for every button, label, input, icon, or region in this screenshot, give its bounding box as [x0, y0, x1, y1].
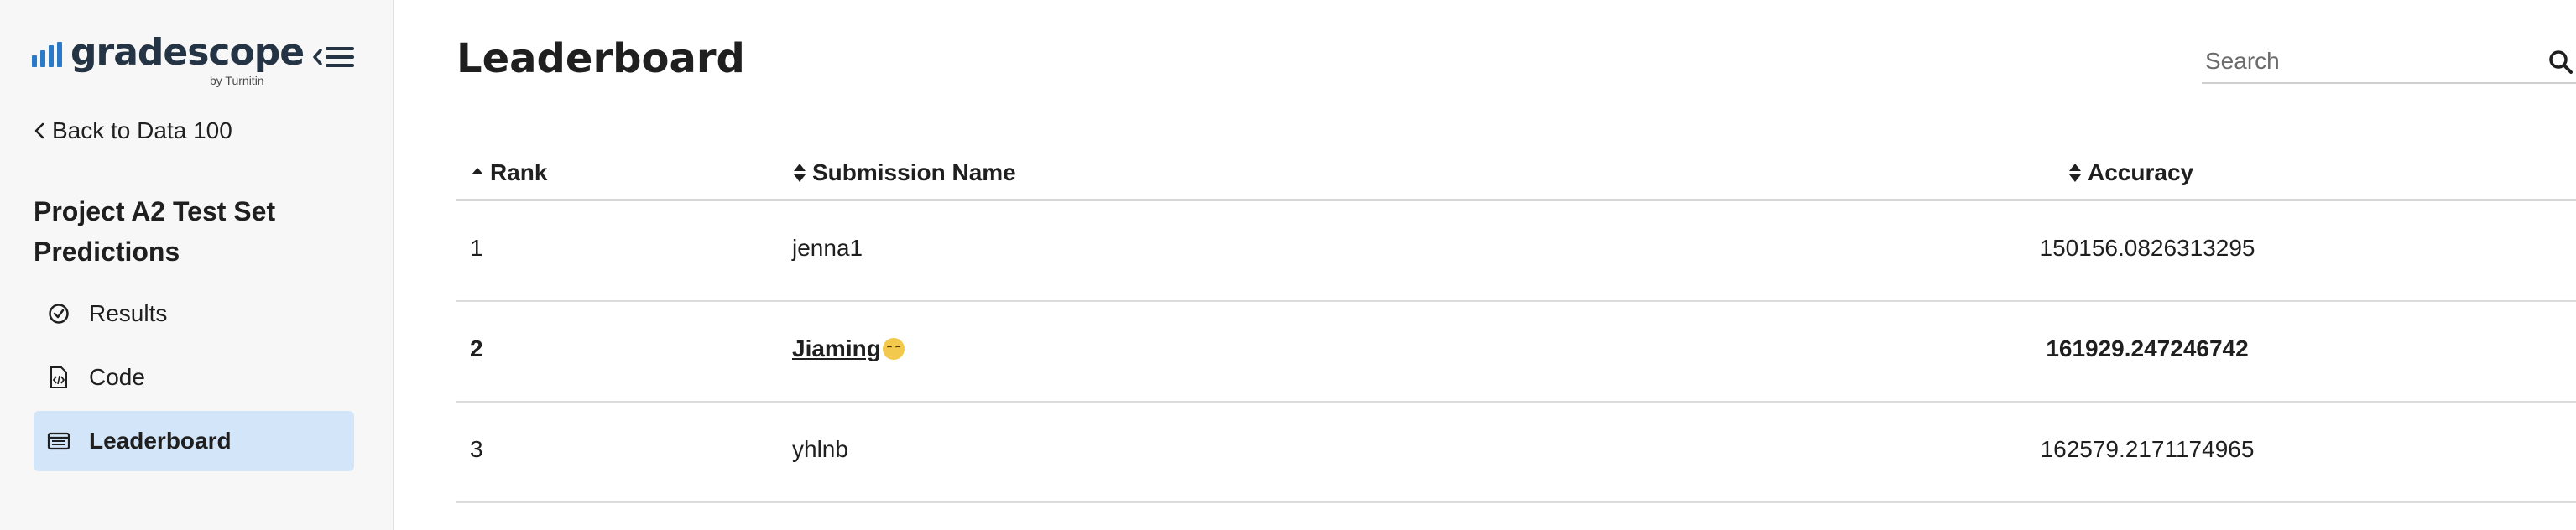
rank-cell: 3: [470, 436, 483, 462]
column-header-label: Accuracy: [2088, 159, 2194, 185]
accuracy-cell: 150156.0826313295: [2039, 235, 2255, 261]
gradescope-logo[interactable]: gradescope by Turnitin: [32, 32, 305, 92]
chevron-left-icon: [34, 122, 44, 139]
search-box: [2202, 42, 2576, 84]
accuracy-cell: 162579.2171174965: [2040, 436, 2255, 462]
sort-both-icon: [794, 164, 806, 182]
rank-cell: 1: [470, 235, 483, 261]
search-input[interactable]: [2202, 42, 2537, 81]
column-header-label: Submission Name: [812, 159, 1016, 185]
back-to-course-link[interactable]: Back to Data 100: [34, 117, 232, 144]
sidebar-item-code[interactable]: Code: [34, 347, 354, 408]
sidebar-item-results[interactable]: Results: [34, 283, 354, 344]
sidebar: gradescope by Turnitin Back to Data 100 …: [0, 0, 394, 530]
submission-name-link[interactable]: Jiaming: [792, 335, 905, 362]
logo-wordmark: gradescope: [70, 31, 305, 74]
search-icon[interactable]: [2547, 49, 2574, 75]
column-header-accuracy[interactable]: Accuracy: [2068, 159, 2193, 186]
check-circle-icon: [47, 302, 70, 325]
accuracy-cell: 161929.247246742: [2046, 335, 2249, 361]
holding-back-tears-emoji-icon: [882, 338, 905, 360]
table-row: 3 yhlnb 162579.2171174965: [456, 403, 2576, 503]
rank-cell: 2: [470, 335, 483, 361]
logo-tagline: by Turnitin: [210, 74, 264, 87]
collapse-sidebar-button[interactable]: [312, 42, 356, 72]
page-title: Leaderboard: [456, 35, 745, 82]
table-row-current-user: 2 Jiaming 161929.247246742: [456, 302, 2576, 403]
submission-name-cell: yhlnb: [792, 436, 848, 462]
submission-name-cell: jenna1: [792, 235, 863, 261]
submission-name-text: Jiaming: [792, 335, 881, 361]
column-header-label: Rank: [490, 159, 548, 185]
assignment-title: Project A2 Test Set Predictions: [34, 196, 276, 267]
code-file-icon: [47, 366, 70, 389]
back-link-label: Back to Data 100: [52, 117, 232, 143]
sidebar-item-label: Leaderboard: [89, 428, 232, 454]
table-header: Rank Submission Name Accuracy: [456, 151, 2576, 201]
sidebar-item-label: Results: [89, 300, 168, 326]
collapse-menu-icon: [313, 47, 354, 67]
table-row: 1 jenna1 150156.0826313295: [456, 201, 2576, 302]
column-header-rank[interactable]: Rank: [470, 159, 547, 186]
sort-both-icon: [2069, 164, 2081, 182]
sidebar-item-leaderboard[interactable]: Leaderboard: [34, 411, 354, 471]
column-header-submission-name[interactable]: Submission Name: [792, 159, 1016, 186]
sidebar-item-label: Code: [89, 364, 145, 390]
main-content: Leaderboard Rank Submission Nam: [396, 0, 2576, 530]
sort-ascending-icon: [472, 168, 483, 174]
leaderboard-icon: [47, 429, 70, 453]
logo-bars-icon: [32, 42, 65, 67]
leaderboard-table: Rank Submission Name Accuracy 1 jenna1 1: [456, 151, 2576, 503]
